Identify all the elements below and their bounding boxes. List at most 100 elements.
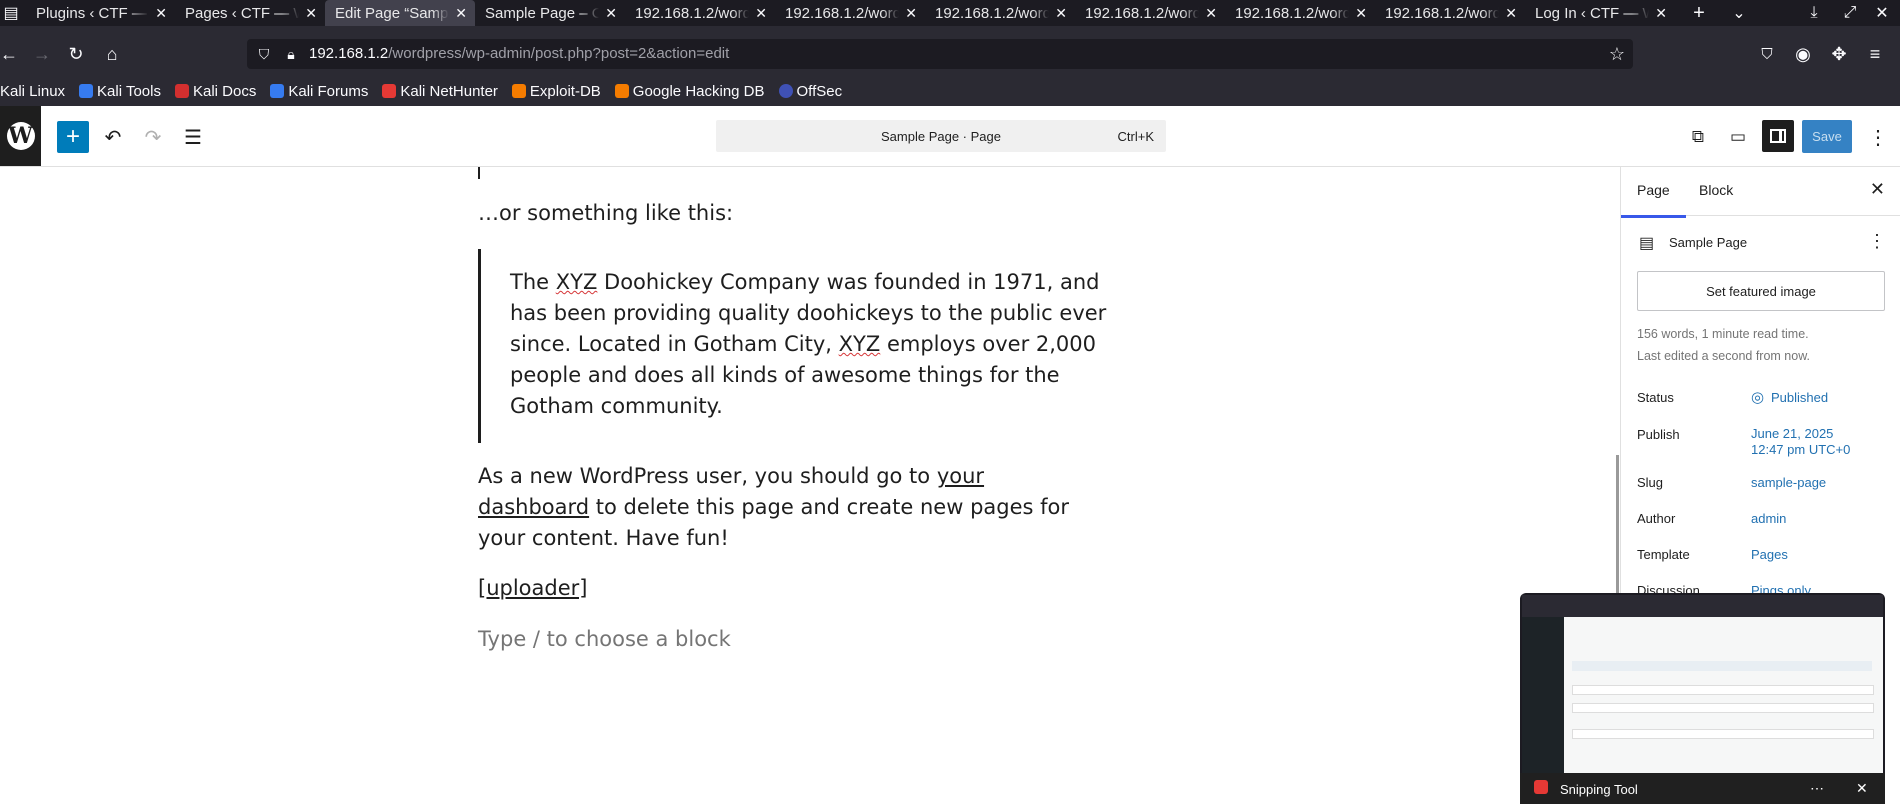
paragraph-block[interactable]: As a new WordPress user, you should go t… (478, 461, 1098, 554)
paragraph-block[interactable]: …or something like this: (478, 198, 733, 229)
bookmark-kali-tools[interactable]: Kali Tools (79, 83, 161, 100)
add-block-button[interactable]: + (57, 121, 89, 153)
kali-docs-icon (174, 84, 189, 98)
close-icon[interactable]: ✕ (1655, 5, 1667, 22)
view-page-button[interactable]: ⧉ (1682, 121, 1714, 153)
forward-icon[interactable]: → (30, 42, 54, 66)
close-window-icon[interactable]: ✕ (1870, 0, 1894, 26)
page-icon: ▤ (1639, 235, 1655, 252)
minimize-icon[interactable]: ⤓ (1802, 0, 1826, 26)
browser-tab[interactable]: Sample Page – CT ✕ (475, 0, 625, 26)
bookmark-google-hacking-db[interactable]: Google Hacking DB (614, 83, 765, 100)
close-icon[interactable]: ✕ (1505, 5, 1517, 22)
account-icon[interactable]: ◉ (1791, 42, 1815, 66)
browser-tab[interactable]: 192.168.1.2/word ✕ (925, 0, 1075, 26)
pocket-icon[interactable]: ⛉ (1755, 42, 1779, 66)
snipping-tool-window[interactable]: Snipping Tool ⋯ ✕ (1520, 593, 1885, 804)
browser-tab[interactable]: 192.168.1.2/word ✕ (1375, 0, 1525, 26)
menu-icon[interactable]: ≡ (1863, 42, 1887, 66)
close-icon[interactable]: ✕ (755, 5, 767, 22)
tab-block[interactable]: Block (1699, 182, 1733, 198)
author-label: Author (1637, 511, 1676, 526)
browser-tab[interactable]: Pages ‹ CTF — W ✕ (175, 0, 325, 26)
set-featured-image-button[interactable]: Set featured image (1637, 271, 1885, 311)
url-text[interactable]: 192.168.1.2/wordpress/wp-admin/post.php?… (309, 45, 729, 62)
browser-tab[interactable]: Plugins ‹ CTF — W ✕ (26, 0, 175, 26)
browser-tab[interactable]: Log In ‹ CTF — W ✕ (1525, 0, 1675, 26)
preview-button[interactable]: ▭ (1722, 121, 1754, 153)
close-icon[interactable]: ✕ (1870, 179, 1885, 200)
more-vertical-icon: ⋮ (1868, 126, 1888, 149)
shield-icon[interactable]: ⛉ (255, 44, 273, 64)
preview-row (1572, 685, 1874, 695)
save-button[interactable]: Save (1802, 120, 1852, 153)
tab-page[interactable]: Page (1621, 182, 1686, 218)
close-icon[interactable]: ✕ (605, 5, 617, 22)
slug-value[interactable]: sample-page (1751, 475, 1826, 490)
exploit-db-icon (511, 84, 526, 98)
shortcut-hint: Ctrl+K (1117, 129, 1154, 144)
close-icon[interactable]: ✕ (155, 5, 167, 22)
status-value[interactable]: Published (1771, 390, 1828, 405)
close-icon[interactable]: ✕ (455, 5, 467, 22)
browser-tab[interactable]: 192.168.1.2/word ✕ (775, 0, 925, 26)
snipping-tool-titlebar: Snipping Tool ⋯ ✕ (1520, 773, 1885, 804)
publish-time[interactable]: 12:47 pm UTC+0 (1751, 442, 1850, 457)
editor-scrollbar[interactable] (1616, 455, 1619, 605)
bookmark-kali-forums[interactable]: Kali Forums (270, 83, 368, 100)
home-icon[interactable]: ⌂ (100, 42, 124, 66)
bookmark-kali-docs[interactable]: Kali Docs (174, 82, 257, 100)
undo-button[interactable]: ↶ (97, 121, 129, 153)
restore-icon[interactable]: ⤢ (1838, 0, 1862, 26)
options-button[interactable]: ⋮ (1862, 121, 1894, 153)
author-value[interactable]: admin (1751, 511, 1786, 526)
new-tab-icon[interactable]: + (1685, 0, 1713, 26)
browser-tab[interactable]: 192.168.1.2/word ✕ (1225, 0, 1375, 26)
bookmark-label: Kali NetHunter (400, 82, 498, 100)
desktop-icon: ▭ (1729, 127, 1747, 146)
text-caret (478, 167, 480, 179)
reload-icon[interactable]: ↻ (64, 42, 88, 66)
undo-icon: ↶ (104, 126, 122, 149)
close-icon[interactable]: ✕ (1856, 780, 1868, 797)
preview-row (1572, 703, 1874, 713)
block-appender[interactable]: Type / to choose a block (478, 624, 731, 655)
redo-button[interactable]: ↷ (137, 121, 169, 153)
bookmark-kali-nethunter[interactable]: Kali NetHunter (382, 83, 498, 100)
bookmark-kali-linux[interactable]: Kali Linux (0, 83, 65, 100)
redo-icon: ↷ (144, 126, 162, 149)
bookmark-label: Kali Docs (192, 82, 257, 100)
publish-date[interactable]: June 21, 2025 (1751, 426, 1833, 441)
quote-text[interactable]: The XYZ Doohickey Company was founded in… (510, 267, 1110, 422)
bookmark-label: Kali Linux (0, 82, 66, 100)
bookmark-label: Kali Forums (288, 82, 369, 100)
more-vertical-icon[interactable]: ⋮ (1868, 231, 1886, 252)
browser-tab[interactable]: 192.168.1.2/word ✕ (625, 0, 775, 26)
more-horizontal-icon[interactable]: ⋯ (1810, 780, 1824, 797)
bookmark-star-icon[interactable]: ☆ (1605, 42, 1629, 66)
settings-sidebar-toggle[interactable] (1762, 120, 1794, 152)
lock-icon[interactable]: 🔒︎ (282, 44, 300, 64)
close-icon[interactable]: ✕ (905, 5, 917, 22)
tab-label: 192.168.1.2/word (935, 4, 1050, 22)
close-icon[interactable]: ✕ (1055, 5, 1067, 22)
close-icon[interactable]: ✕ (1205, 5, 1217, 22)
extensions-icon[interactable]: ✥ (1827, 42, 1851, 66)
bookmark-offsec[interactable]: OffSec (778, 83, 842, 100)
close-icon[interactable]: ✕ (305, 5, 317, 22)
sidebar-tabs: Page Block ✕ (1621, 167, 1900, 218)
chevron-down-icon[interactable]: ⌄ (1725, 0, 1753, 26)
template-value[interactable]: Pages (1751, 547, 1788, 562)
tab-list-icon[interactable]: ▤ (0, 0, 22, 26)
browser-tab-active[interactable]: Edit Page “Sampl ✕ (325, 0, 475, 26)
back-icon[interactable]: ← (0, 42, 18, 66)
bookmark-exploit-db[interactable]: Exploit-DB (511, 83, 601, 100)
page-title: Sample Page (1669, 235, 1748, 250)
document-overview-button[interactable]: ☰ (177, 121, 209, 153)
close-icon[interactable]: ✕ (1355, 5, 1367, 22)
sidebar-icon (1770, 129, 1786, 143)
wordpress-logo-button[interactable]: W (0, 106, 41, 166)
command-palette-bar[interactable]: Sample Page · Page Ctrl+K (716, 120, 1166, 152)
shortcode-block[interactable]: [uploader] (478, 573, 587, 604)
browser-tab[interactable]: 192.168.1.2/word ✕ (1075, 0, 1225, 26)
